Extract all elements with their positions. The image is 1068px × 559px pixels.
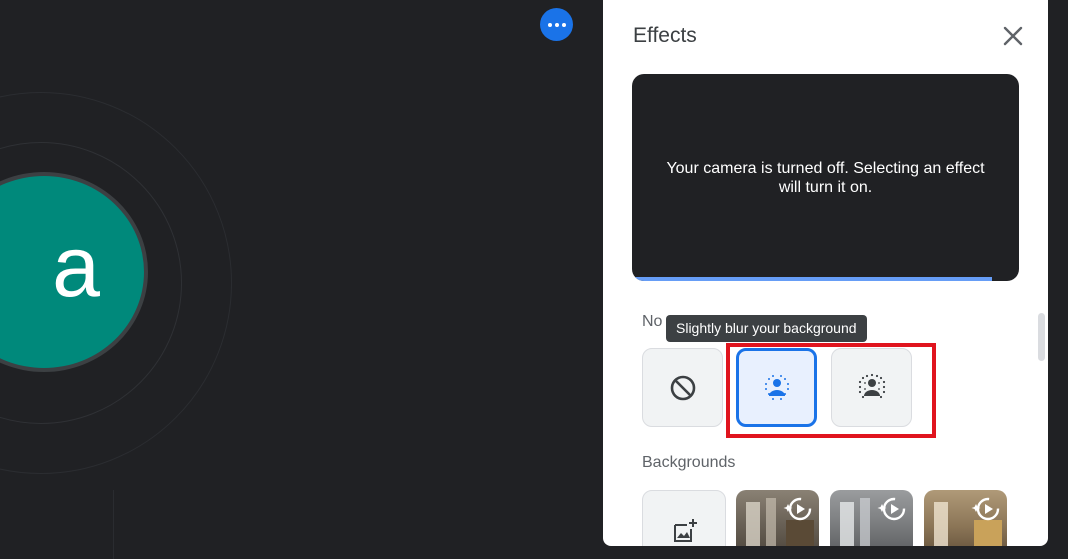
avatar-letter: a (52, 218, 100, 315)
divider (113, 490, 114, 559)
no-effect-icon (670, 375, 695, 400)
camera-off-message: Your camera is turned off. Selecting an … (666, 160, 985, 196)
camera-preview: Your camera is turned off. Selecting an … (632, 74, 1019, 281)
add-image-icon (674, 519, 697, 542)
upload-background-button[interactable] (642, 490, 726, 546)
panel-title: Effects (633, 24, 697, 47)
animated-background-icon (877, 497, 906, 521)
background-tile-1[interactable] (736, 490, 819, 546)
tooltip: Slightly blur your background (666, 315, 867, 342)
close-icon (1003, 26, 1023, 46)
animated-background-icon (971, 497, 1000, 521)
blur-section-label: No (642, 313, 663, 330)
slight-blur-button[interactable] (736, 348, 817, 427)
effects-panel: Effects Your camera is turned off. Selec… (603, 0, 1048, 546)
blur-background-button[interactable] (831, 348, 912, 427)
more-options-button[interactable] (540, 8, 573, 41)
background-tile-3[interactable] (924, 490, 1007, 546)
scrollbar-thumb[interactable] (1038, 313, 1045, 361)
more-horizontal-icon (547, 22, 552, 27)
slight-blur-icon (764, 374, 789, 400)
no-effect-button[interactable] (642, 348, 723, 427)
preview-progress-bar (632, 277, 992, 281)
backgrounds-label: Backgrounds (642, 454, 736, 471)
blur-background-icon (858, 373, 885, 398)
close-button[interactable] (1001, 24, 1025, 48)
background-tile-2[interactable] (830, 490, 913, 546)
video-stage: a (0, 0, 600, 559)
animated-background-icon (783, 497, 812, 521)
